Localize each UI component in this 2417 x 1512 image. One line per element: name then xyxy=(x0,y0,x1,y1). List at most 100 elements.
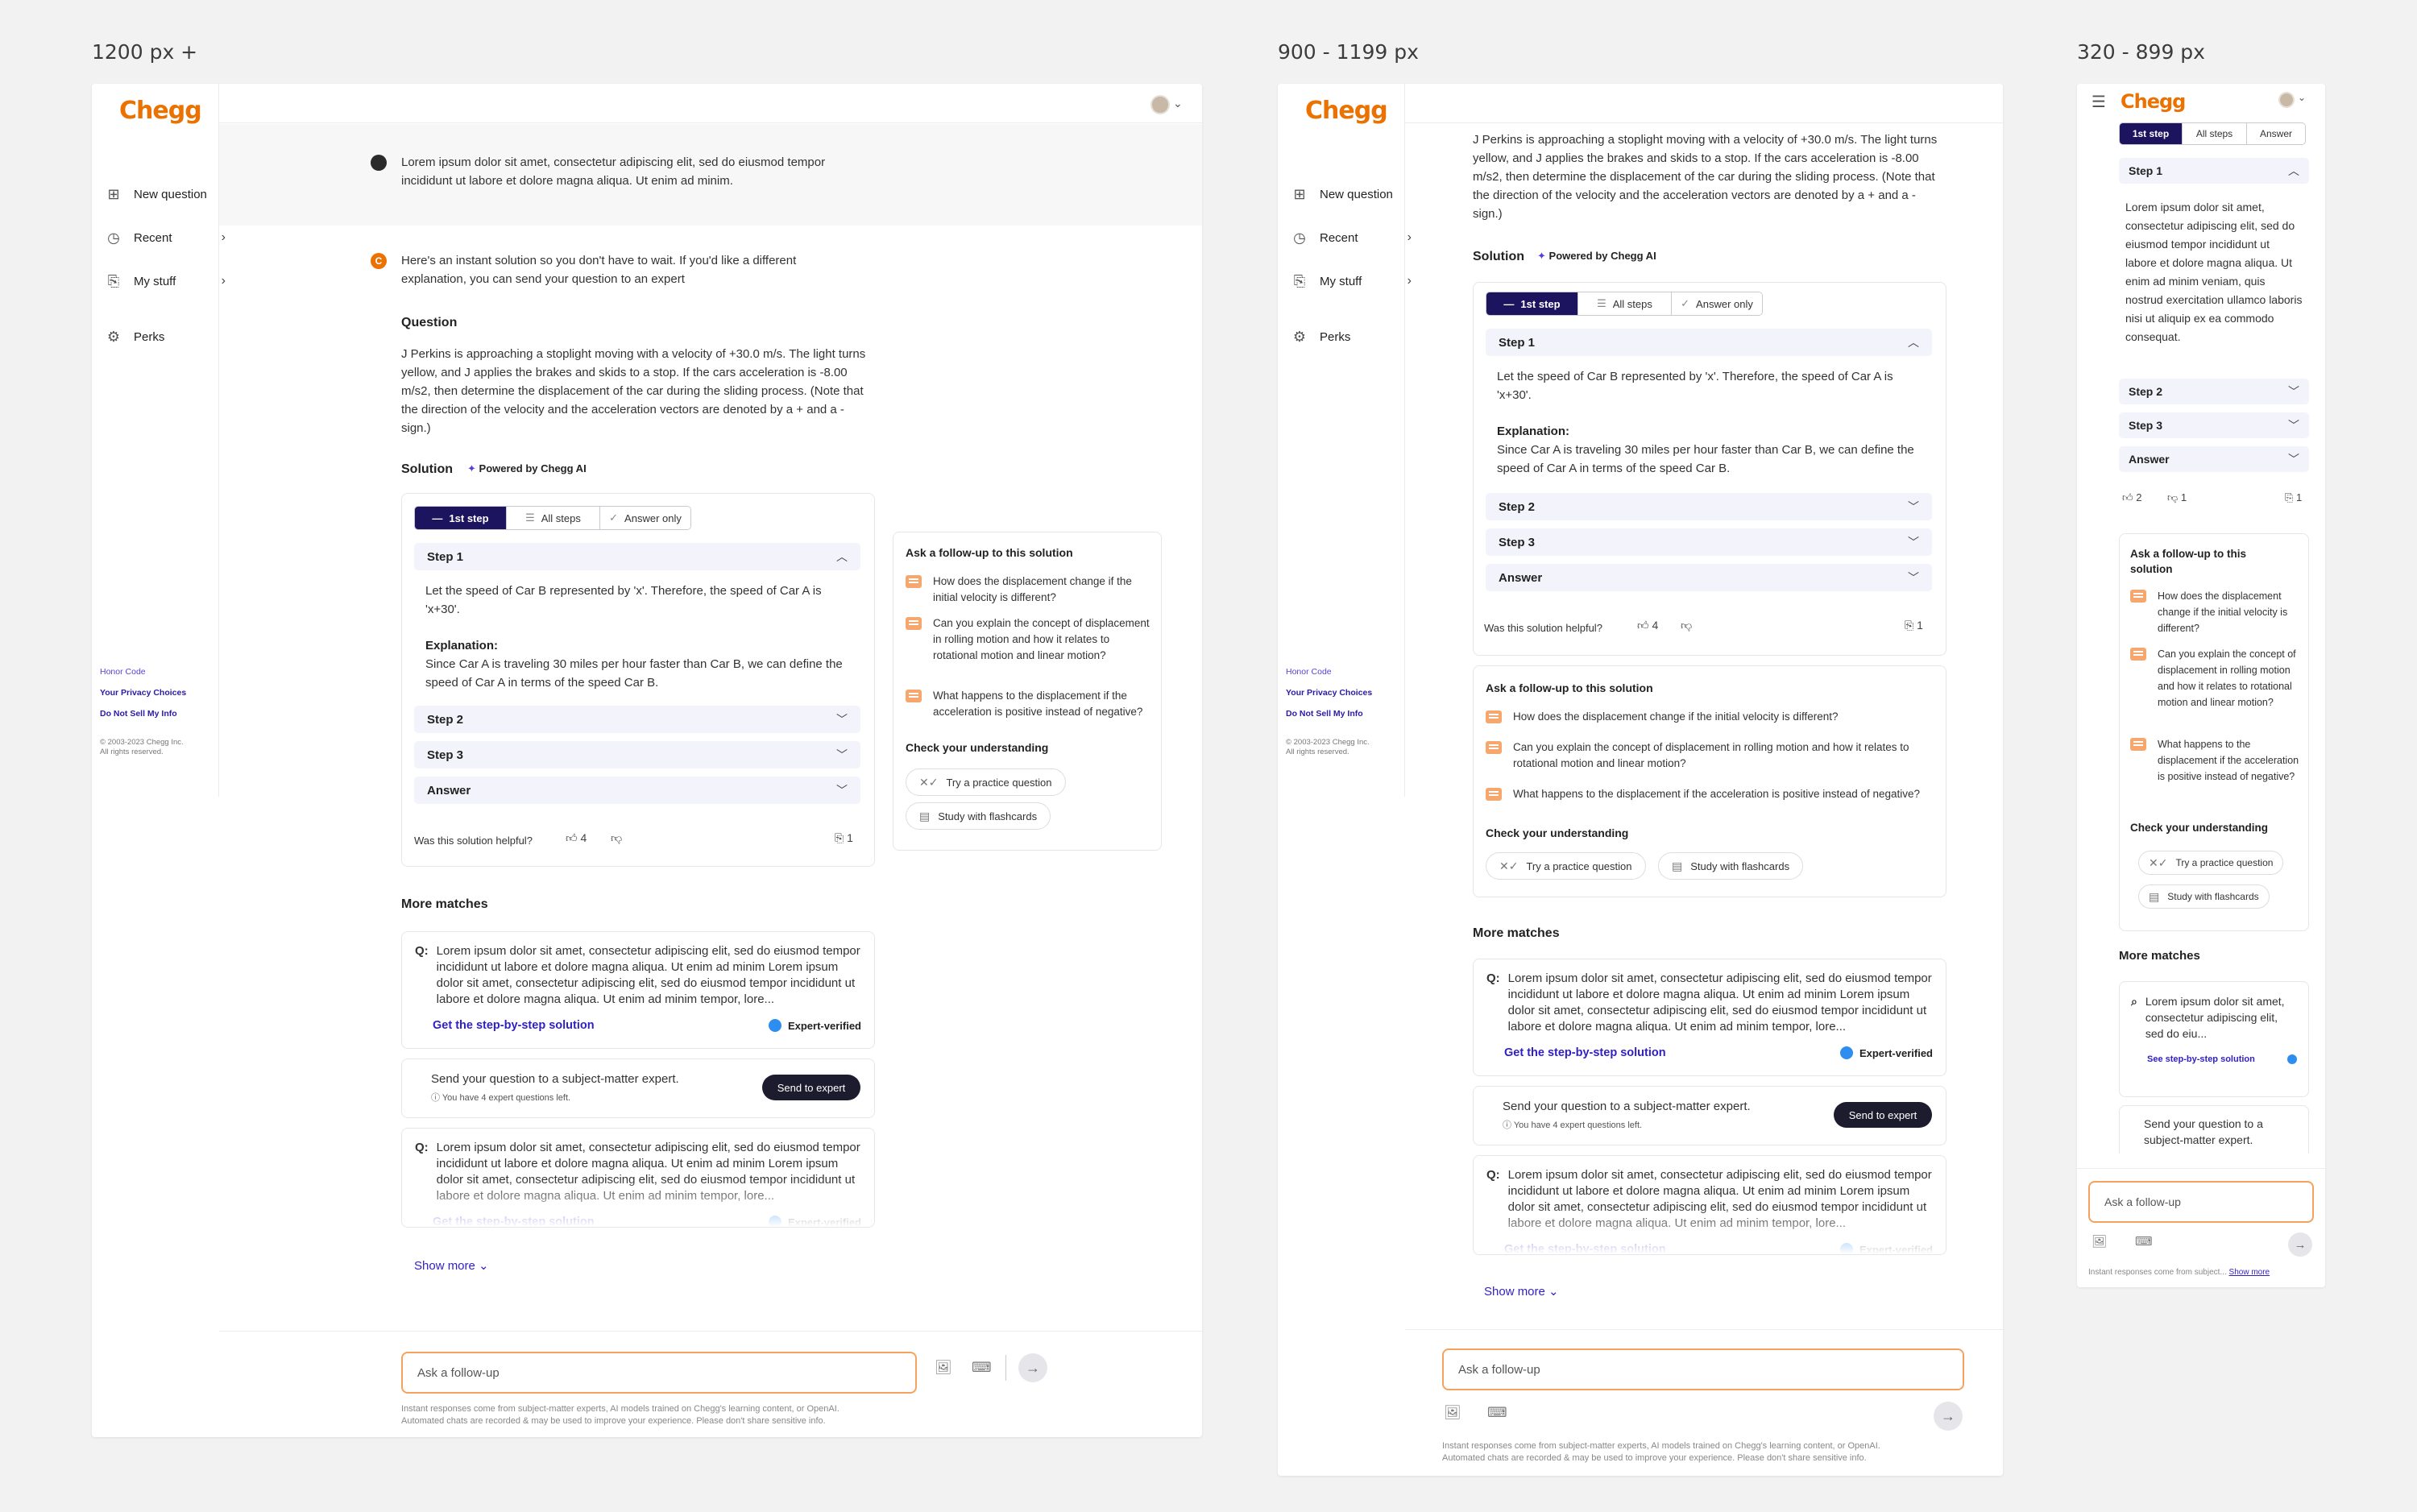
send-button[interactable]: → xyxy=(2288,1232,2312,1257)
thumbs-down-icon[interactable]: 👎︎ xyxy=(1681,619,1692,632)
chevron-down-icon[interactable]: ⌄ xyxy=(2298,92,2306,103)
tab-answer[interactable]: Answer xyxy=(2247,123,2305,144)
avatar[interactable] xyxy=(1150,95,1170,114)
bookmark-button[interactable]: ⎘ 1 xyxy=(1905,619,1923,632)
followup-suggestion[interactable]: How does the displacement change if the … xyxy=(2130,588,2301,636)
step-2-header[interactable]: Step 2 ﹀ xyxy=(2119,379,2309,404)
thumbs-down-button[interactable]: 👎︎ 1 xyxy=(2167,491,2187,504)
disclaimer: Instant responses come from subject-matt… xyxy=(1442,1441,1880,1463)
match-card[interactable]: Q: Lorem ipsum dolor sit amet, consectetu… xyxy=(1473,959,1946,1076)
followup-suggestion[interactable]: How does the displacement change if the … xyxy=(906,574,1150,606)
thumbs-down-icon[interactable]: 👎︎ xyxy=(611,831,622,845)
keyboard-icon[interactable]: ⌨ xyxy=(1487,1405,1507,1421)
honor-code-link[interactable]: Honor Code xyxy=(100,667,146,677)
send-button[interactable]: → xyxy=(1934,1402,1963,1431)
tab-first-step[interactable]: — 1st step xyxy=(1486,292,1578,315)
sidebar-item-new-question[interactable]: ⊞ New question xyxy=(105,185,226,203)
answer-header[interactable]: Answer ﹀ xyxy=(2119,446,2309,472)
get-solution-link[interactable]: Get the step-by-step solution xyxy=(433,1019,595,1032)
answer-header[interactable]: Answer ﹀ xyxy=(414,777,860,804)
step-3-header[interactable]: Step 3 ﹀ xyxy=(1486,528,1932,556)
step-2-header[interactable]: Step 2 ﹀ xyxy=(1486,493,1932,520)
honor-code-link[interactable]: Honor Code xyxy=(1286,667,1332,677)
sidebar-item-perks[interactable]: ⚙ Perks xyxy=(105,328,226,346)
keyboard-icon[interactable]: ⌨ xyxy=(972,1360,992,1376)
practice-question-chip[interactable]: ✕✓ Try a practice question xyxy=(906,768,1066,796)
bookmark-button[interactable]: ⎘ 1 xyxy=(2285,491,2302,504)
followup-suggestion[interactable]: How does the displacement change if the … xyxy=(1486,709,1937,725)
explanation-label: Explanation: xyxy=(1497,425,1570,438)
match-card[interactable]: Q: Lorem ipsum dolor sit amet, consectetu… xyxy=(401,931,875,1049)
tab-first-step[interactable]: — 1st step xyxy=(415,507,507,529)
practice-question-chip[interactable]: ✕✓ Try a practice question xyxy=(1486,852,1646,880)
chat-icon xyxy=(1486,788,1502,801)
tab-first-step[interactable]: 1st step xyxy=(2120,123,2183,144)
image-upload-icon[interactable]: 🖼︎ xyxy=(2092,1234,2107,1249)
image-upload-icon[interactable]: 🖼︎ xyxy=(1444,1405,1461,1421)
info-icon: ⓘ xyxy=(431,1093,440,1103)
followup-input[interactable]: Ask a follow-up xyxy=(1442,1348,1964,1390)
sidebar-item-my-stuff[interactable]: ⎘ My stuff › xyxy=(1291,272,1412,290)
image-upload-icon[interactable]: 🖼︎ xyxy=(935,1360,952,1376)
tab-all-steps[interactable]: All steps xyxy=(2183,123,2247,144)
privacy-choices-link[interactable]: Your Privacy Choices xyxy=(100,688,186,698)
step-1-header[interactable]: Step 1 ︿ xyxy=(1486,329,1932,356)
step-1-header[interactable]: Step 1 ︿ xyxy=(2119,158,2309,184)
thumbs-up-button[interactable]: 👍︎ 4 xyxy=(566,831,587,845)
bookmark-icon: ⎘ xyxy=(1293,273,1306,289)
bookmark-button[interactable]: ⎘ 1 xyxy=(835,831,853,845)
sidebar-item-new-question[interactable]: ⊞ New question xyxy=(1291,185,1412,203)
thumbs-up-button[interactable]: 👍︎ 4 xyxy=(1637,619,1658,632)
match-card[interactable]: ⌕ Lorem ipsum dolor sit amet, consectetur… xyxy=(2119,981,2309,1097)
flashcards-chip[interactable]: ▤ Study with flashcards xyxy=(2138,884,2270,909)
practice-question-chip[interactable]: ✕✓ Try a practice question xyxy=(2138,851,2284,875)
step-3-header[interactable]: Step 3 ﹀ xyxy=(2119,412,2309,438)
avatar[interactable] xyxy=(2278,92,2295,108)
flashcards-chip[interactable]: ▤ Study with flashcards xyxy=(906,802,1051,830)
do-not-sell-link[interactable]: Do Not Sell My Info xyxy=(100,709,177,719)
step-2-header[interactable]: Step 2 ﹀ xyxy=(414,706,860,733)
sidebar-item-perks[interactable]: ⚙ Perks xyxy=(1291,328,1412,346)
step-1-header[interactable]: Step 1 ︿ xyxy=(414,543,860,570)
step-3-header[interactable]: Step 3 ﹀ xyxy=(414,741,860,768)
chevron-down-icon[interactable]: ⌄ xyxy=(1173,97,1183,110)
tab-answer-only[interactable]: ✓ Answer only xyxy=(1672,292,1762,315)
match-card[interactable]: Q: Lorem ipsum dolor sit amet, consectetu… xyxy=(401,1128,875,1228)
chegg-logo[interactable]: Chegg xyxy=(2121,90,2186,113)
expert-prompt: Send your question to a subject-matter e… xyxy=(2144,1117,2263,1146)
perks-icon: ⚙ xyxy=(1292,329,1307,345)
see-solution-link[interactable]: See step-by-step solution xyxy=(2147,1054,2255,1064)
verified-icon xyxy=(1839,1046,1853,1059)
followup-suggestion[interactable]: Can you explain the concept of displacem… xyxy=(1486,739,1937,772)
do-not-sell-link[interactable]: Do Not Sell My Info xyxy=(1286,709,1363,719)
keyboard-icon[interactable]: ⌨ xyxy=(2135,1234,2153,1249)
thumbs-up-button[interactable]: 👍︎ 2 xyxy=(2122,491,2141,504)
tab-all-steps[interactable]: ☰ All steps xyxy=(507,507,600,529)
followup-input[interactable]: Ask a follow-up xyxy=(2088,1181,2314,1223)
chevron-down-icon: ﹀ xyxy=(2288,453,2299,466)
followup-suggestion[interactable]: What happens to the displacement if the … xyxy=(1486,786,1937,802)
send-to-expert-button[interactable]: Send to expert xyxy=(1834,1102,1932,1128)
show-more-button[interactable]: Show more ⌄ xyxy=(1484,1284,1559,1299)
followup-input[interactable]: Ask a follow-up xyxy=(401,1352,917,1394)
followup-suggestion[interactable]: Can you explain the concept of displacem… xyxy=(2130,646,2301,710)
show-more-button[interactable]: Show more ⌄ xyxy=(414,1258,489,1273)
match-card[interactable]: Q: Lorem ipsum dolor sit amet, consectetu… xyxy=(1473,1155,1946,1255)
chevron-right-icon: › xyxy=(221,274,226,288)
followup-suggestion[interactable]: Can you explain the concept of displacem… xyxy=(906,615,1150,664)
answer-header[interactable]: Answer ﹀ xyxy=(1486,564,1932,591)
tab-all-steps[interactable]: ☰ All steps xyxy=(1578,292,1672,315)
menu-icon[interactable]: ☰ xyxy=(2092,92,2106,112)
tab-answer-only[interactable]: ✓ Answer only xyxy=(600,507,690,529)
send-button[interactable]: → xyxy=(1018,1353,1047,1382)
get-solution-link[interactable]: Get the step-by-step solution xyxy=(1504,1046,1666,1059)
sidebar-item-recent[interactable]: ◷ Recent › xyxy=(1291,229,1412,246)
send-to-expert-button[interactable]: Send to expert xyxy=(762,1075,860,1100)
disclaimer-show-more-link[interactable]: Show more xyxy=(2229,1268,2270,1277)
privacy-choices-link[interactable]: Your Privacy Choices xyxy=(1286,688,1372,698)
followup-suggestion[interactable]: What happens to the displacement if the … xyxy=(906,688,1150,720)
followup-suggestion[interactable]: What happens to the displacement if the … xyxy=(2130,736,2301,785)
sidebar-item-recent[interactable]: ◷ Recent › xyxy=(105,229,226,246)
flashcards-chip[interactable]: ▤ Study with flashcards xyxy=(1658,852,1804,880)
sidebar-item-my-stuff[interactable]: ⎘ My stuff › xyxy=(105,272,226,290)
